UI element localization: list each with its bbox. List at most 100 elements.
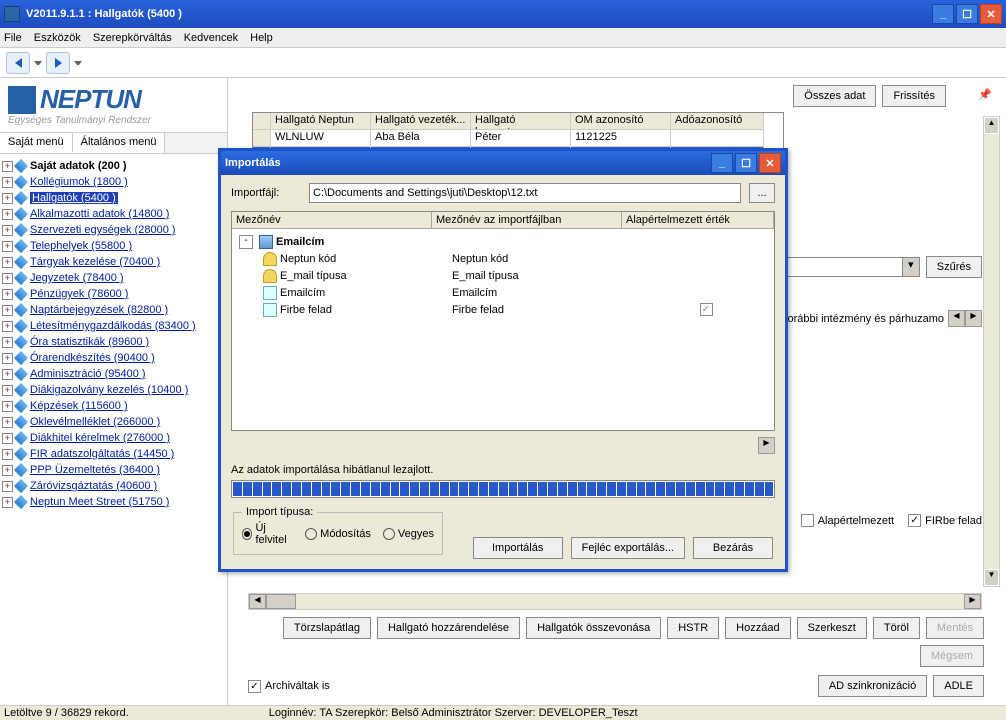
ad-sync-button[interactable]: AD szinkronizáció bbox=[818, 675, 927, 697]
tree-item[interactable]: +Neptun Meet Street (51750 ) bbox=[2, 494, 225, 510]
all-data-button[interactable]: Összes adat bbox=[793, 85, 876, 107]
expand-icon[interactable]: + bbox=[2, 353, 13, 364]
import-grid-header[interactable]: Mezőnév az importfájlban bbox=[432, 212, 622, 229]
scroll-left-icon[interactable]: ◀ bbox=[948, 310, 965, 327]
import-file-input[interactable] bbox=[309, 183, 741, 203]
tab-general-menu[interactable]: Általános menü bbox=[73, 133, 166, 153]
tree-item[interactable]: +Kollégiumok (1800 ) bbox=[2, 174, 225, 190]
expand-icon[interactable]: + bbox=[2, 273, 13, 284]
grid-header[interactable]: Adóazonosító bbox=[671, 113, 764, 130]
grid-header[interactable]: Hallgató vezeték... bbox=[371, 113, 471, 130]
scroll-up-icon[interactable]: ▲ bbox=[984, 117, 999, 134]
forward-dropdown-icon[interactable] bbox=[74, 61, 82, 65]
collapse-icon[interactable]: - bbox=[239, 235, 253, 249]
tree-item[interactable]: +PPP Üzemeltetés (36400 ) bbox=[2, 462, 225, 478]
dialog-maximize-button[interactable]: ☐ bbox=[735, 153, 757, 173]
import-button[interactable]: Importálás bbox=[473, 537, 563, 559]
tree-item[interactable]: +Pénzügyek (78600 ) bbox=[2, 286, 225, 302]
vertical-scrollbar[interactable]: ▲ ▼ bbox=[983, 116, 1000, 587]
import-row[interactable]: Neptun kódNeptun kód bbox=[236, 250, 770, 267]
tree-item[interactable]: +Képzések (115600 ) bbox=[2, 398, 225, 414]
merge-students-button[interactable]: Hallgatók összevonása bbox=[526, 617, 661, 639]
back-dropdown-icon[interactable] bbox=[34, 61, 42, 65]
expand-icon[interactable]: + bbox=[2, 449, 13, 460]
tab-own-menu[interactable]: Saját menü bbox=[0, 133, 73, 153]
torzslap-button[interactable]: Törzslapátlag bbox=[283, 617, 371, 639]
tree-item[interactable]: +Óra statisztikák (89600 ) bbox=[2, 334, 225, 350]
expand-icon[interactable]: + bbox=[2, 369, 13, 380]
forward-button[interactable] bbox=[46, 52, 70, 74]
grid-header[interactable]: Hallgató keresztn... bbox=[471, 113, 571, 130]
tree-item[interactable]: +Órarendkészítés (90400 ) bbox=[2, 350, 225, 366]
export-header-button[interactable]: Fejléc exportálás... bbox=[571, 537, 685, 559]
radio-modify[interactable]: Módosítás bbox=[305, 528, 371, 540]
tree-item[interactable]: +Adminisztráció (95400 ) bbox=[2, 366, 225, 382]
expand-icon[interactable]: + bbox=[2, 225, 13, 236]
filter-dropdown[interactable]: ▾ bbox=[780, 257, 920, 277]
radio-mixed[interactable]: Vegyes bbox=[383, 528, 434, 540]
maximize-button[interactable]: ☐ bbox=[956, 4, 978, 24]
tree-item[interactable]: +Szervezeti egységek (28000 ) bbox=[2, 222, 225, 238]
tree-item[interactable]: +Saját adatok (200 ) bbox=[2, 158, 225, 174]
expand-icon[interactable]: + bbox=[2, 161, 13, 172]
hscroll-left-icon[interactable]: ◀ bbox=[249, 594, 266, 609]
tree-item[interactable]: +Hallgatók (5400 ) bbox=[2, 190, 225, 206]
expand-icon[interactable]: + bbox=[2, 465, 13, 476]
expand-icon[interactable]: + bbox=[2, 401, 13, 412]
tree-item[interactable]: +FIR adatszolgáltatás (14450 ) bbox=[2, 446, 225, 462]
add-button[interactable]: Hozzáad bbox=[725, 617, 790, 639]
expand-icon[interactable]: + bbox=[2, 321, 13, 332]
expand-icon[interactable]: + bbox=[2, 497, 13, 508]
scroll-down-icon[interactable]: ▼ bbox=[984, 569, 999, 586]
tree-item[interactable]: +Diákigazolvány kezelés (10400 ) bbox=[2, 382, 225, 398]
grid-header[interactable]: Hallgató Neptun ... bbox=[271, 113, 371, 130]
expand-icon[interactable]: + bbox=[2, 209, 13, 220]
edit-button[interactable]: Szerkeszt bbox=[797, 617, 867, 639]
pin-icon[interactable]: 📌 bbox=[978, 88, 994, 104]
default-checkbox[interactable]: Alapértelmezett bbox=[801, 514, 894, 527]
expand-icon[interactable]: + bbox=[2, 433, 13, 444]
expand-icon[interactable]: + bbox=[2, 305, 13, 316]
expand-icon[interactable]: + bbox=[2, 385, 13, 396]
tree-item[interactable]: +Létesítménygazdálkodás (83400 ) bbox=[2, 318, 225, 334]
import-grid-header[interactable]: Mezőnév bbox=[232, 212, 432, 229]
nav-tree[interactable]: +Saját adatok (200 )+Kollégiumok (1800 )… bbox=[0, 154, 227, 705]
tree-item[interactable]: +Tárgyak kezelése (70400 ) bbox=[2, 254, 225, 270]
filter-button[interactable]: Szűrés bbox=[926, 256, 982, 278]
menu-role[interactable]: Szerepkörváltás bbox=[93, 32, 172, 44]
tree-item[interactable]: +Jegyzetek (78400 ) bbox=[2, 270, 225, 286]
assign-student-button[interactable]: Hallgató hozzárendelése bbox=[377, 617, 520, 639]
expand-icon[interactable]: + bbox=[2, 481, 13, 492]
browse-button[interactable]: ... bbox=[749, 183, 775, 203]
expand-icon[interactable]: + bbox=[2, 417, 13, 428]
import-row[interactable]: EmailcímEmailcím bbox=[236, 284, 770, 301]
dialog-close-button[interactable]: ✕ bbox=[759, 153, 781, 173]
grid-scroll-right-icon[interactable]: ▶ bbox=[758, 437, 775, 454]
tree-item[interactable]: +Oklevélmelléklet (266000 ) bbox=[2, 414, 225, 430]
refresh-button[interactable]: Frissítés bbox=[882, 85, 946, 107]
tree-item[interactable]: +Záróvizsgáztatás (40600 ) bbox=[2, 478, 225, 494]
close-dialog-button[interactable]: Bezárás bbox=[693, 537, 773, 559]
expand-icon[interactable]: + bbox=[2, 193, 13, 204]
tree-item[interactable]: +Diákhitel kérelmek (276000 ) bbox=[2, 430, 225, 446]
expand-icon[interactable]: + bbox=[2, 177, 13, 188]
expand-icon[interactable]: + bbox=[2, 337, 13, 348]
import-row[interactable]: E_mail típusaE_mail típusa bbox=[236, 267, 770, 284]
hstr-button[interactable]: HSTR bbox=[667, 617, 719, 639]
close-button[interactable]: ✕ bbox=[980, 4, 1002, 24]
firbe-checkbox[interactable]: ✓FIRbe felad bbox=[908, 514, 982, 527]
dialog-minimize-button[interactable]: _ bbox=[711, 153, 733, 173]
tree-item[interactable]: +Telephelyek (55800 ) bbox=[2, 238, 225, 254]
adle-button[interactable]: ADLE bbox=[933, 675, 984, 697]
tree-item[interactable]: +Alkalmazotti adatok (14800 ) bbox=[2, 206, 225, 222]
scroll-right-icon[interactable]: ▶ bbox=[965, 310, 982, 327]
grid-header[interactable]: OM azonosító bbox=[571, 113, 671, 130]
menu-tools[interactable]: Eszközök bbox=[34, 32, 81, 44]
expand-icon[interactable]: + bbox=[2, 289, 13, 300]
import-grid-header[interactable]: Alapértelmezett érték bbox=[622, 212, 774, 229]
hscroll-right-icon[interactable]: ▶ bbox=[964, 594, 981, 609]
menu-fav[interactable]: Kedvencek bbox=[184, 32, 238, 44]
back-button[interactable] bbox=[6, 52, 30, 74]
menu-help[interactable]: Help bbox=[250, 32, 273, 44]
menu-file[interactable]: File bbox=[4, 32, 22, 44]
